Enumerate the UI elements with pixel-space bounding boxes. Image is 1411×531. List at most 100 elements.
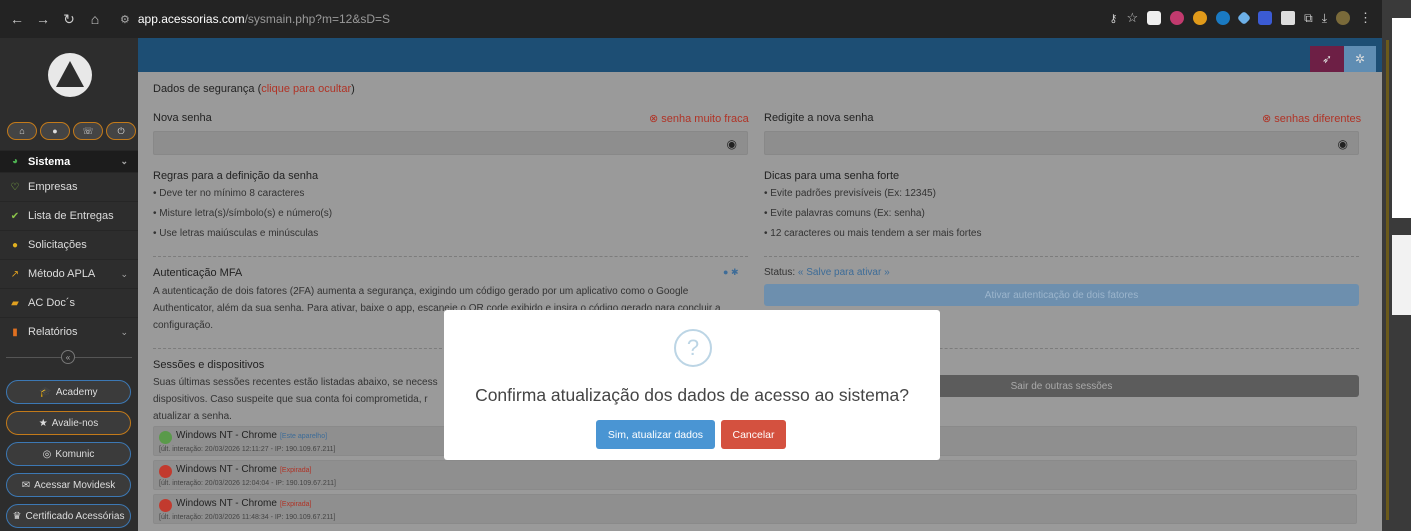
sidebar-item-label: Sistema: [28, 155, 71, 168]
graduation-cap-icon: 🎓: [39, 386, 52, 398]
movidesk-button[interactable]: ✉ Acessar Movidesk: [6, 473, 131, 497]
rule-item: • Deve ter no mínimo 8 caracteres: [153, 188, 305, 199]
user-icon[interactable]: ●: [40, 122, 70, 140]
extensions-puzzle-icon[interactable]: ⧉: [1304, 11, 1313, 26]
address-bar[interactable]: ⚙ app.acessorias.com/sysmain.php?m=12&sD…: [120, 12, 390, 26]
komunic-button[interactable]: ◎ Komunic: [6, 442, 131, 466]
extension-icon-7[interactable]: [1281, 11, 1296, 25]
new-password-input[interactable]: ◉: [153, 131, 748, 155]
activate-2fa-button[interactable]: Ativar autenticação de dois fatores: [764, 284, 1359, 306]
chevron-down-icon[interactable]: ⌄: [120, 269, 128, 280]
extension-icon-4[interactable]: [1216, 11, 1231, 25]
status-dot-icon: [159, 499, 172, 512]
status-dot-icon: [159, 465, 172, 478]
sidebar-item-label: AC Doc´s: [28, 297, 76, 309]
phone-icon[interactable]: ☏: [73, 122, 103, 140]
tip-item: • Evite padrões previsíveis (Ex: 12345): [764, 188, 936, 199]
adjacent-panel: [1392, 18, 1411, 218]
session-name: Windows NT - Chrome [Expirada]: [176, 498, 312, 509]
sidebar-item-1[interactable]: ◕ Sistema ⌄: [0, 150, 138, 172]
mfa-description: configuração.: [153, 320, 214, 331]
download-icon[interactable]: ⤓: [1322, 11, 1327, 26]
whatsapp-icon: ◎: [42, 448, 52, 460]
folder-icon: ▰: [11, 297, 19, 309]
sidebar-item-label: Lista de Entregas: [28, 210, 114, 222]
mfa-description: A autenticação de dois fatores (2FA) aum…: [153, 286, 689, 297]
extension-icon-6[interactable]: [1258, 11, 1273, 25]
session-row[interactable]: Windows NT - Chrome [Expirada] [últ. inter…: [153, 460, 1357, 490]
academy-button[interactable]: 🎓 Academy: [6, 380, 131, 404]
sidebar-collapse[interactable]: «: [0, 350, 138, 364]
chevron-down-icon[interactable]: ⌄: [120, 327, 128, 338]
session-row[interactable]: Windows NT - Chrome [Expirada] [últ. inter…: [153, 494, 1357, 524]
chevron-down-icon[interactable]: ⌄: [120, 156, 128, 167]
bookmark-star-icon[interactable]: ☆: [1126, 10, 1138, 26]
divider: [764, 256, 1359, 257]
sessions-description: atualizar a senha.: [153, 411, 232, 422]
sidebar-item-2[interactable]: ♡ Empresas: [0, 172, 138, 201]
rocket-icon: ➶: [1321, 52, 1333, 66]
sidebar-item-label: Relatórios: [28, 326, 78, 338]
session-name: Windows NT - Chrome [Este aparelho]: [176, 430, 328, 441]
reload-icon[interactable]: ↻: [58, 11, 80, 28]
sidebar-item-label: Solicitações: [28, 239, 87, 251]
sidebar: ⌂ ● ☏ ⏻ ◕ Sistema ⌄ ♡ Empresas ✔ Lista de Entr…: [0, 38, 138, 531]
sidebar-item-3[interactable]: ✔ Lista de Entregas: [0, 201, 138, 230]
sessions-description: Suas últimas sessões recentes estão list…: [153, 377, 438, 388]
extension-icon-5[interactable]: [1237, 10, 1252, 26]
settings-button[interactable]: ✲: [1344, 46, 1376, 72]
browser-menu-icon[interactable]: ⋮: [1359, 10, 1372, 26]
sidebar-item-6[interactable]: ▰ AC Doc´s: [0, 288, 138, 317]
sidebar-item-4[interactable]: ● Solicitações: [0, 230, 138, 259]
url-host: app.acessorias.com: [137, 12, 245, 26]
sidebar-item-7[interactable]: ▮ Relatórios ⌄: [0, 317, 138, 346]
top-bar: ➶ ✲: [138, 38, 1382, 72]
session-info: [últ. interação: 20/03/2026 11:48:34 - I…: [159, 514, 336, 521]
confirm-password-input[interactable]: ◉: [764, 131, 1359, 155]
sidebar-item-5[interactable]: ↗ Método APLA ⌄: [0, 259, 138, 288]
session-tag: [Expirada]: [279, 501, 312, 508]
session-tag: [Este aparelho]: [279, 433, 328, 440]
logo[interactable]: [48, 53, 92, 97]
extensions-area: ⚷ ☆ ⧉ ⤓ ⋮: [1109, 10, 1372, 26]
dialog-title: Confirma atualização dos dados de acesso…: [475, 385, 909, 405]
cancel-button[interactable]: Cancelar: [721, 420, 786, 449]
android-icon: ✱: [730, 267, 739, 277]
mfa-status: Status: « Salve para ativar »: [764, 267, 890, 278]
tip-item: • 12 caracteres ou mais tendem a ser mai…: [764, 228, 982, 239]
profile-avatar-icon[interactable]: [1336, 11, 1350, 25]
new-password-label: Nova senha: [153, 112, 212, 124]
power-icon[interactable]: ⏻: [106, 122, 136, 140]
rate-us-button[interactable]: ★ Avalie-nos: [6, 411, 131, 435]
chat-icon: ●: [11, 239, 19, 251]
home-icon[interactable]: ⌂: [7, 122, 37, 140]
extension-icon-2[interactable]: [1170, 11, 1185, 25]
quick-actions: ⌂ ● ☏ ⏻: [7, 122, 136, 140]
extension-icon-1[interactable]: [1147, 11, 1162, 25]
error-circle-icon: ⊗: [649, 113, 662, 125]
trophy-icon: ♛: [12, 510, 22, 522]
rule-item: • Misture letra(s)/símbolo(s) e número(s…: [153, 208, 333, 219]
back-icon[interactable]: ←: [6, 11, 28, 27]
eye-icon[interactable]: ◉: [1338, 137, 1348, 151]
session-info: [últ. interação: 20/03/2026 12:11:27 - I…: [159, 446, 336, 453]
eye-icon[interactable]: ◉: [727, 137, 737, 151]
security-panel: Dados de segurança (clique para ocultar)…: [138, 72, 1382, 531]
confirm-password-status: ⊗ senhas diferentes: [1262, 113, 1362, 125]
sidebar-item-label: Método APLA: [28, 268, 96, 280]
forward-icon[interactable]: →: [32, 11, 54, 27]
sidebar-item-label: Empresas: [28, 181, 78, 193]
adjacent-panel-2: [1392, 235, 1411, 315]
sessions-title: Sessões e dispositivos: [153, 359, 265, 371]
rule-item: • Use letras maiúsculas e minúsculas: [153, 228, 319, 239]
hide-link[interactable]: clique para ocultar: [261, 83, 351, 95]
certificate-button[interactable]: ♛ Certificado Acessórias: [6, 504, 131, 528]
extension-icon-3[interactable]: [1193, 11, 1208, 25]
confirm-update-button[interactable]: Sim, atualizar dados: [596, 420, 715, 449]
collapse-icon[interactable]: «: [61, 350, 75, 364]
password-key-icon[interactable]: ⚷: [1109, 12, 1117, 25]
home-icon[interactable]: ⌂: [84, 11, 106, 27]
new-password-status: ⊗ senha muito fraca: [649, 113, 749, 125]
site-settings-icon[interactable]: ⚙: [120, 13, 130, 26]
rocket-button[interactable]: ➶: [1310, 46, 1344, 72]
